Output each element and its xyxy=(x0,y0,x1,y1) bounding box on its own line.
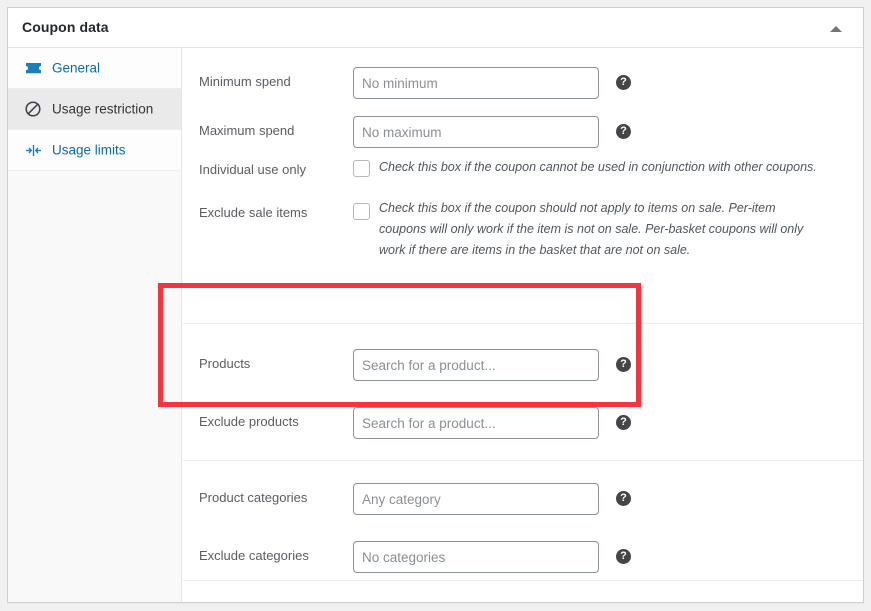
products-row: Products ? xyxy=(183,340,863,389)
individual-use-only-description: Check this box if the coupon cannot be u… xyxy=(379,160,817,174)
allowed-emails-row: Allowed emails ? xyxy=(183,596,863,602)
exclude-categories-row: Exclude categories ? xyxy=(183,532,863,581)
maximum-spend-row: Maximum spend ? xyxy=(183,107,863,156)
usage-limits-icon xyxy=(24,141,42,159)
product-categories-input[interactable] xyxy=(353,483,599,515)
exclude-sale-items-label: Exclude sale items xyxy=(199,205,308,220)
sidebar-filler xyxy=(8,171,181,602)
sidebar-item-usage-limits[interactable]: Usage limits xyxy=(8,130,181,171)
exclude-products-row: Exclude products ? xyxy=(183,398,863,447)
help-icon[interactable]: ? xyxy=(616,549,631,564)
exclude-products-search-input[interactable] xyxy=(353,407,599,439)
usage-restriction-form: Minimum spend ? Maximum spend ? Individu… xyxy=(183,48,863,602)
panel-header: Coupon data xyxy=(8,8,863,48)
coupon-data-tabs: General Usage restriction Usage limits xyxy=(8,48,182,602)
section-divider xyxy=(183,460,863,461)
ticket-icon xyxy=(24,59,42,77)
product-categories-row: Product categories ? xyxy=(183,474,863,523)
exclude-categories-label: Exclude categories xyxy=(199,548,309,563)
minimum-spend-input[interactable] xyxy=(353,67,599,99)
help-icon[interactable]: ? xyxy=(616,357,631,372)
exclude-sale-items-description: Check this box if the coupon should not … xyxy=(379,201,804,257)
section-divider xyxy=(183,580,863,581)
sidebar-item-general[interactable]: General xyxy=(8,48,181,89)
help-icon[interactable]: ? xyxy=(616,491,631,506)
individual-use-only-checkbox[interactable] xyxy=(353,160,370,177)
exclude-sale-items-checkbox[interactable] xyxy=(353,203,370,220)
sidebar-item-label: Usage restriction xyxy=(52,101,154,117)
triangle-up-icon[interactable] xyxy=(827,20,847,38)
triangle-up-glyph xyxy=(830,26,842,32)
no-entry-icon xyxy=(24,100,42,118)
section-divider xyxy=(183,323,863,324)
coupon-data-panel: Coupon data General Usage restriction Us… xyxy=(7,7,864,603)
minimum-spend-row: Minimum spend ? xyxy=(183,58,863,107)
sidebar-item-label: General xyxy=(52,60,101,76)
minimum-spend-label: Minimum spend xyxy=(199,74,291,89)
sidebar-item-label: Usage limits xyxy=(52,142,126,158)
products-search-input[interactable] xyxy=(353,349,599,381)
product-categories-label: Product categories xyxy=(199,490,308,505)
exclude-sale-items-row: Exclude sale items Check this box if the… xyxy=(183,201,863,291)
individual-use-only-label: Individual use only xyxy=(199,162,306,177)
exclude-categories-input[interactable] xyxy=(353,541,599,573)
products-label: Products xyxy=(199,356,251,371)
help-icon[interactable]: ? xyxy=(616,75,631,90)
page-title: Coupon data xyxy=(22,19,109,35)
help-icon[interactable]: ? xyxy=(616,415,631,430)
help-icon[interactable]: ? xyxy=(616,124,631,139)
maximum-spend-input[interactable] xyxy=(353,116,599,148)
exclude-products-label: Exclude products xyxy=(199,414,299,429)
panel-body: General Usage restriction Usage limits M… xyxy=(8,48,863,602)
sidebar-item-usage-restriction[interactable]: Usage restriction xyxy=(8,89,181,130)
maximum-spend-label: Maximum spend xyxy=(199,123,295,138)
